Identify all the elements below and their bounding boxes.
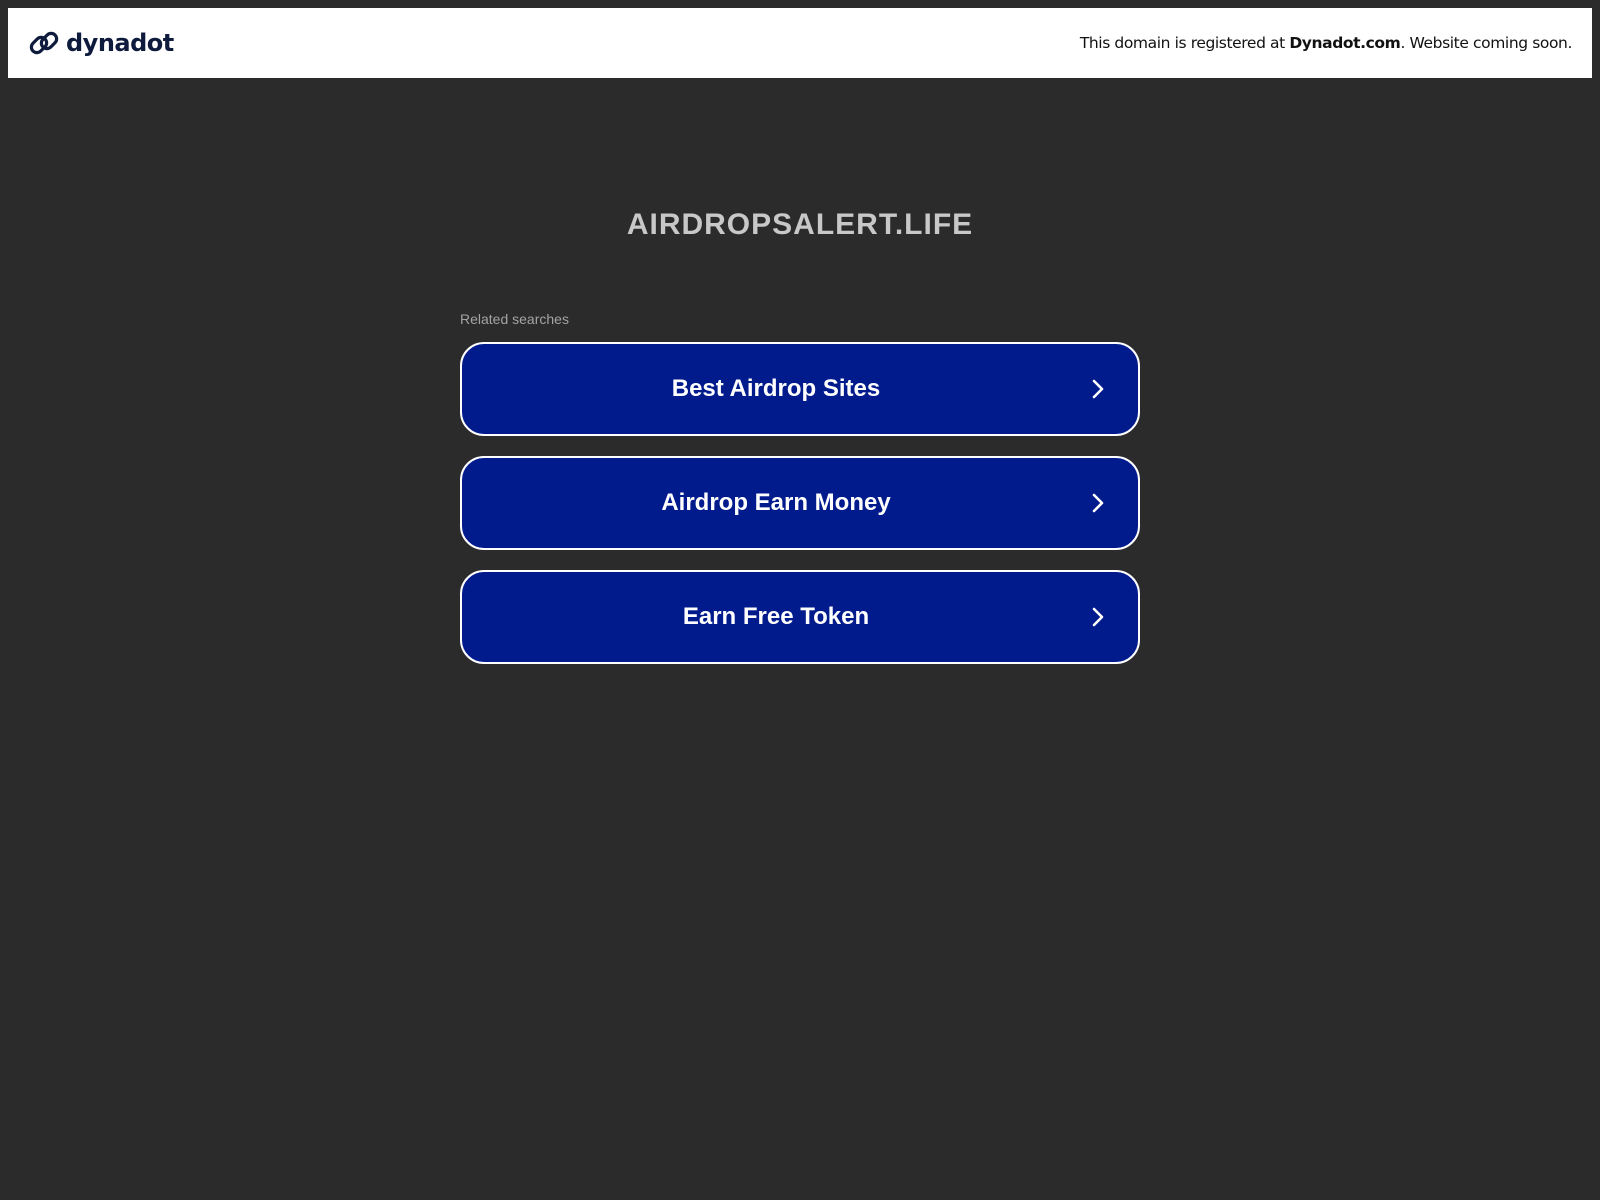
notice-prefix: This domain is registered at: [1079, 34, 1290, 52]
notice-suffix: . Website coming soon.: [1400, 34, 1572, 52]
search-result-button[interactable]: Airdrop Earn Money: [460, 456, 1140, 550]
related-searches-label: Related searches: [460, 311, 569, 327]
related-searches-list: Best Airdrop Sites Airdrop Earn Money Ea…: [460, 342, 1140, 684]
brand-name: dynadot: [66, 29, 174, 57]
domain-title: AIRDROPSALERT.LIFE: [626, 208, 974, 241]
brand-logo-link[interactable]: dynadot: [28, 27, 174, 59]
registrar-name: Dynadot.com: [1289, 34, 1401, 52]
chevron-right-icon: [1092, 379, 1104, 399]
search-result-button[interactable]: Best Airdrop Sites: [460, 342, 1140, 436]
chevron-right-icon: [1092, 607, 1104, 627]
search-result-label: Best Airdrop Sites: [671, 375, 881, 402]
registration-notice: This domain is registered at Dynadot.com…: [1079, 34, 1573, 52]
link-icon: [29, 31, 59, 55]
top-banner: dynadot This domain is registered at Dyn…: [8, 8, 1592, 78]
search-result-button[interactable]: Earn Free Token: [460, 570, 1140, 664]
search-result-label: Airdrop Earn Money: [661, 489, 891, 516]
chevron-right-icon: [1092, 493, 1104, 513]
search-result-label: Earn Free Token: [682, 603, 870, 630]
